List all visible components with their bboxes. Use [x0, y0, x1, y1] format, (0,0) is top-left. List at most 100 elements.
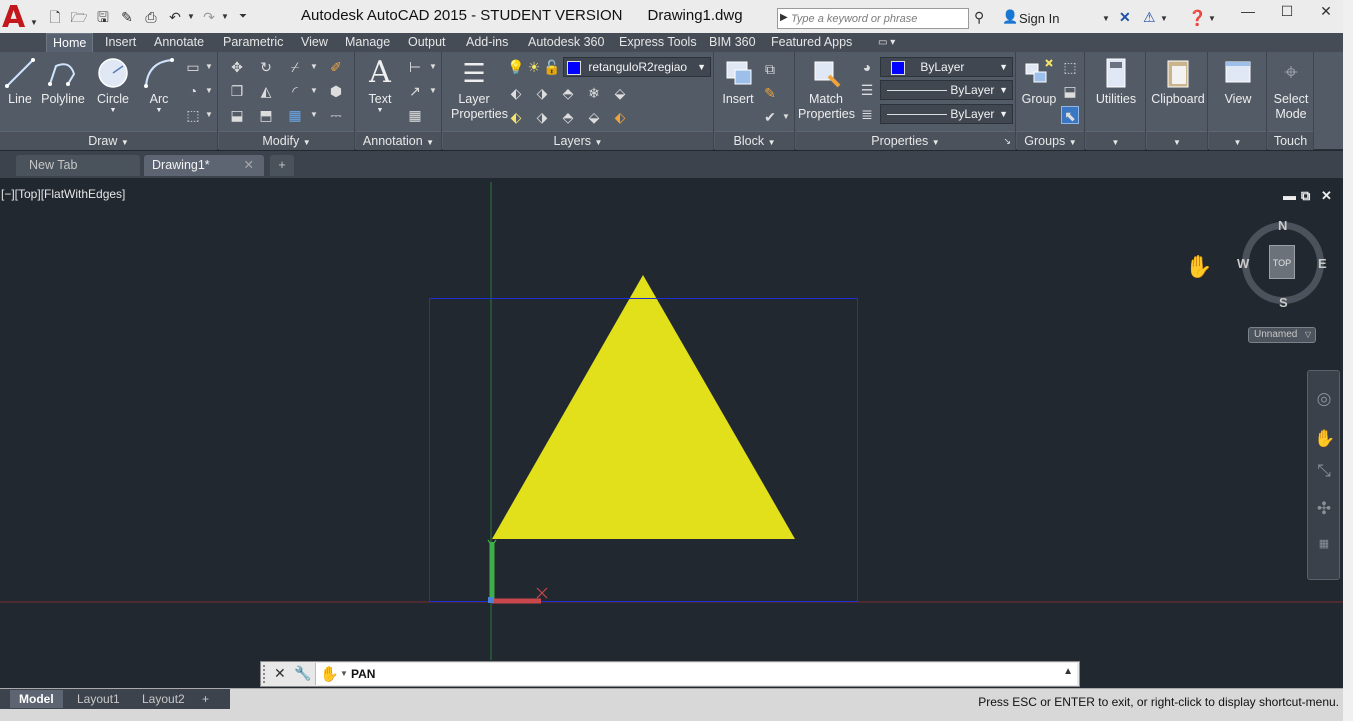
clipboard-panel-footer[interactable]: ▼ [1147, 131, 1207, 150]
minimize-window-icon[interactable]: — [1233, 3, 1263, 21]
viewport-controls-label[interactable]: [−][Top][FlatWithEdges] [1, 187, 125, 201]
tab-parametric[interactable]: Parametric [223, 35, 283, 52]
compass-north[interactable]: N [1278, 218, 1287, 233]
a360-dropdown-icon[interactable]: ▼ [1160, 14, 1168, 23]
groups-panel-footer[interactable]: Groups ▼ [1017, 131, 1084, 150]
layer-isolate-icon[interactable]: ⬘ [559, 84, 577, 102]
boundary-dropdown-icon[interactable]: ▼ [200, 106, 218, 124]
layer-lock-icon[interactable]: ⬖ [611, 108, 629, 126]
drawing-canvas[interactable] [0, 182, 1343, 660]
attributes-dropdown-icon[interactable]: ▼ [777, 108, 795, 126]
array-icon[interactable]: ▦ [286, 106, 304, 124]
dimension-dropdown-icon[interactable]: ▼ [424, 58, 442, 76]
pan-icon[interactable]: ✋ [1314, 429, 1335, 449]
utilities-panel-footer[interactable]: ▼ [1086, 131, 1145, 150]
file-tab-new-tab[interactable]: New Tab [16, 155, 140, 176]
layer-unlock-icon[interactable]: 🔓 [543, 58, 561, 76]
lineweight-dropdown[interactable]: ByLayer ▼ [880, 104, 1013, 124]
redo-icon[interactable]: ↷ [200, 9, 218, 25]
recent-commands-dropdown-icon[interactable]: ▼ [340, 669, 348, 678]
compass-south[interactable]: S [1279, 295, 1288, 310]
dimension-icon[interactable]: ⊢ [406, 58, 424, 76]
trim-icon[interactable]: ⌿ [286, 58, 304, 76]
text-dropdown-icon[interactable]: ▼ [362, 107, 398, 114]
group-edit-icon[interactable]: ⬓ [1061, 82, 1079, 100]
layer-on-icon[interactable]: 💡 [507, 58, 525, 76]
layer-dropdown[interactable]: retanguloR2regiao ▼ [563, 57, 711, 77]
color-dropdown[interactable]: ByLayer ▼ [880, 57, 1013, 77]
leader-icon[interactable]: ↗ [406, 82, 424, 100]
array-dropdown-icon[interactable]: ▼ [305, 106, 323, 124]
view-panel-footer[interactable]: ▼ [1209, 131, 1266, 150]
sign-in-dropdown-icon[interactable]: ▼ [1102, 14, 1110, 23]
new-file-icon[interactable]: 🗋 [46, 9, 64, 25]
tab-autodesk-360[interactable]: Autodesk 360 [528, 35, 604, 52]
layer-freeze-icon[interactable]: ❄ [585, 84, 603, 102]
command-history-icon[interactable]: ▲ [1063, 666, 1073, 677]
clipboard-tool[interactable]: Clipboard [1149, 56, 1207, 107]
close-tab-icon[interactable]: ✕ [244, 155, 254, 176]
tab-insert[interactable]: Insert [105, 35, 136, 52]
close-window-icon[interactable]: ✕ [1311, 3, 1341, 21]
save-icon[interactable]: 🖫 [94, 9, 112, 25]
tab-express-tools[interactable]: Express Tools [619, 35, 697, 52]
file-tab-drawing1[interactable]: Drawing1* ✕ [144, 155, 264, 176]
layer-copy-objects-icon[interactable]: ⬗ [533, 108, 551, 126]
select-mode-tool[interactable]: ⌖ Select Mode [1270, 56, 1312, 122]
autodesk-360-icon[interactable]: ⚠ [1143, 9, 1156, 26]
redo-dropdown-icon[interactable]: ▼ [220, 9, 230, 25]
layer-previous-icon[interactable]: ⬗ [533, 84, 551, 102]
layout-tab-model[interactable]: Model [10, 690, 63, 708]
utilities-tool[interactable]: Utilities [1090, 56, 1142, 107]
copy-icon[interactable]: ❐ [228, 82, 246, 100]
rotate-icon[interactable]: ↻ [257, 58, 275, 76]
table-icon[interactable]: ▦ [406, 106, 424, 124]
layer-thaw-all-icon[interactable]: ⬙ [585, 108, 603, 126]
new-file-tab-button[interactable]: + [270, 155, 294, 176]
mirror-icon[interactable]: ◭ [257, 82, 275, 100]
tab-home[interactable]: Home [46, 33, 94, 52]
dialog-launcher-icon[interactable]: ↘ [1003, 132, 1011, 150]
search-input[interactable] [791, 10, 966, 27]
arc-tool[interactable]: Arc ▼ [142, 56, 176, 114]
viewport-restore-icon[interactable]: ⧉ [1301, 188, 1310, 204]
exchange-apps-icon[interactable]: ✕ [1119, 9, 1131, 26]
group-tool[interactable]: Group [1019, 56, 1059, 107]
new-layout-icon[interactable]: + [198, 690, 213, 708]
offset-icon[interactable]: ⎓ [327, 106, 345, 124]
compass-west[interactable]: W [1237, 256, 1249, 271]
binoculars-icon[interactable]: ⚲ [974, 9, 984, 26]
tab-add-ins[interactable]: Add-ins [466, 35, 508, 52]
sign-in-link[interactable]: Sign In [1019, 11, 1059, 26]
undo-dropdown-icon[interactable]: ▼ [186, 9, 196, 25]
layer-set-current-icon[interactable]: ⬖ [507, 108, 525, 126]
match-properties-tool[interactable]: Match Properties [798, 56, 855, 122]
insert-block-tool[interactable]: Insert [718, 56, 758, 107]
layers-panel-footer[interactable]: Layers ▼ [443, 131, 713, 150]
viewcube-top-face[interactable]: TOP [1269, 245, 1295, 279]
application-menu-button[interactable]: A ▼ [0, 0, 40, 33]
explode-icon[interactable]: ⬢ [327, 82, 345, 100]
maximize-window-icon[interactable]: ☐ [1272, 3, 1302, 21]
orbit-icon[interactable]: ✣ [1314, 499, 1334, 519]
layout-tab-layout2[interactable]: Layout2 [133, 690, 194, 708]
erase-icon[interactable]: ✐ [327, 58, 345, 76]
ucs-menu[interactable]: Unnamed ▽ [1248, 327, 1316, 343]
layer-unisolate-icon[interactable]: ⬘ [559, 108, 577, 126]
stretch-icon[interactable]: ⬓ [228, 106, 246, 124]
tab-manage[interactable]: Manage [345, 35, 390, 52]
viewport-close-icon[interactable]: ✕ [1321, 188, 1332, 204]
modify-panel-footer[interactable]: Modify ▼ [219, 131, 354, 150]
customize-command-icon[interactable]: 🔧 [294, 665, 311, 682]
annotation-panel-footer[interactable]: Annotation ▼ [356, 131, 441, 150]
properties-panel-footer[interactable]: Properties ▼ ↘ [796, 131, 1015, 150]
command-line-grip[interactable] [263, 665, 268, 683]
help-icon[interactable]: ❓ [1188, 9, 1207, 27]
text-tool[interactable]: A Text ▼ [362, 56, 398, 115]
line-tool[interactable]: Line [3, 56, 37, 107]
polyline-tool[interactable]: Polyline [40, 56, 86, 107]
drawing-viewport[interactable]: [−][Top][FlatWithEdges] ▬ ⧉ ✕ [0, 182, 1343, 660]
help-dropdown-icon[interactable]: ▼ [1208, 14, 1216, 23]
draw-panel-footer[interactable]: Draw ▼ [0, 131, 217, 150]
move-icon[interactable]: ✥ [228, 58, 246, 76]
